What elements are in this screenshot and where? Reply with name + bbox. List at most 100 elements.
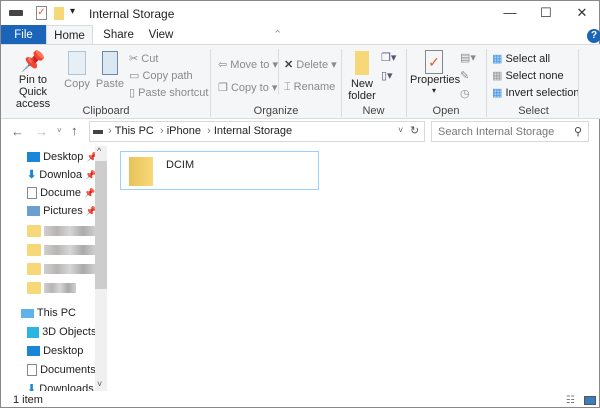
download-icon: ⬇ [27,169,37,181]
new-item-button[interactable]: ❐▾ [381,51,396,64]
details-view-button[interactable]: ☷ [566,395,575,406]
copy-path-icon: ▭ [129,70,140,82]
divider [578,49,579,117]
breadcrumb-iphone[interactable]: iPhone [167,125,201,137]
nav-item-documents[interactable]: Docume 📌 [27,184,95,202]
select-all-button[interactable]: ▦ Select all [492,52,550,65]
scroll-up-icon[interactable]: ^ [97,146,101,156]
folder-icon [129,157,153,186]
nav-item-pictures[interactable]: Pictures 📌 [27,202,97,220]
redacted-label [44,245,97,256]
status-bar: 1 item ☷ [1,391,600,409]
search-icon: ⚲ [573,126,582,138]
3d-objects-icon [27,326,39,338]
folder-icon [355,51,369,75]
properties-quick-icon[interactable]: ✓ [36,6,47,20]
nav-item-this-pc[interactable]: This PC [21,304,76,322]
search-input[interactable]: Search Internal Storage ⚲ [431,121,589,142]
computer-icon [21,308,34,318]
customize-quick-access-icon[interactable]: ▾ [70,6,75,17]
new-folder-button[interactable]: New folder [345,51,379,102]
new-folder-quick-icon[interactable] [54,7,64,20]
nav-item-pc-desktop[interactable]: Desktop [27,342,83,360]
rename-icon: ⌶ [284,81,291,93]
folder-icon [27,244,41,257]
redacted-label [44,283,77,294]
breadcrumb-internal-storage[interactable]: Internal Storage [214,125,292,137]
large-icons-view-button[interactable] [584,396,596,405]
tab-share[interactable]: Share [96,25,141,45]
group-label-new: New [362,105,385,117]
folder-icon [27,282,41,295]
divider [486,49,487,117]
recent-locations-button[interactable]: ˅ [57,126,62,135]
back-button[interactable]: ← [11,124,24,139]
folder-icon [27,225,41,238]
nav-item-folder[interactable] [27,222,97,240]
copy-path-button[interactable]: ▭ Copy path [129,69,193,82]
move-to-button[interactable]: ⇦ Move to ▾ [218,58,278,71]
address-dropdown-icon[interactable]: ˅ [398,125,403,135]
redacted-label [44,226,97,237]
tab-file[interactable]: File [1,25,46,45]
address-bar[interactable]: › This PC › iPhone › Internal Storage ˅ … [89,121,425,142]
pin-icon: 📌 [84,188,96,198]
divider [210,49,211,117]
divider [341,49,342,117]
select-none-button[interactable]: ▦ Select none [492,69,564,82]
ribbon: 📌 Pin to Quick access Copy Paste ✂ Cut ▭… [1,44,600,119]
invert-selection-icon: ▦ [492,87,503,99]
easy-access-button[interactable]: ▯▾ [381,69,393,82]
properties-button[interactable]: ✓ Properties ▾ [410,50,460,95]
paste-shortcut-button[interactable]: ▯ Paste shortcut [129,86,208,99]
group-label-organize: Organize [253,105,299,117]
rename-button[interactable]: ⌶ Rename [284,81,335,94]
cut-button[interactable]: ✂ Cut [129,52,158,65]
item-count: 1 item [13,394,43,406]
folder-item-dcim[interactable]: DCIM [120,151,319,190]
history-button[interactable]: ◷ [460,87,470,100]
drive-icon [93,130,103,134]
divider [406,49,407,117]
pin-icon: 📌 [20,51,46,73]
nav-item-folder[interactable] [27,279,77,297]
nav-scrollbar-thumb[interactable] [95,161,107,289]
select-none-icon: ▦ [492,70,503,82]
copy-to-button[interactable]: ❐ Copy to ▾ [218,81,277,94]
collapse-ribbon-icon[interactable]: ⌃ [273,28,282,41]
minimize-button[interactable]: — [495,5,525,21]
copy-button[interactable]: Copy [63,51,91,90]
nav-item-folder[interactable] [27,241,97,259]
nav-item-pc-downloads[interactable]: ⬇ Downloads [27,380,94,391]
refresh-icon[interactable]: ↻ [410,124,419,137]
window-title: Internal Storage [89,7,175,21]
nav-item-3d-objects[interactable]: 3D Objects [27,323,96,341]
ribbon-tabs: File Home Share View ⌃ ? [1,25,600,45]
forward-button[interactable]: → [35,124,48,139]
delete-button[interactable]: ✕ Delete ▾ [284,58,337,71]
maximize-button[interactable]: ☐ [531,5,561,21]
nav-item-folder[interactable] [27,260,97,278]
tab-view[interactable]: View [141,25,181,45]
pin-to-quick-access-button[interactable]: 📌 Pin to Quick access [5,49,61,110]
nav-item-desktop[interactable]: Desktop 📌 [27,148,98,166]
divider [278,49,279,94]
group-label-clipboard: Clipboard [82,105,130,117]
paste-shortcut-icon: ▯ [129,87,136,99]
paste-icon [102,51,118,75]
tab-home[interactable]: Home [46,25,93,45]
close-button[interactable]: ✕ [567,5,597,21]
paste-button[interactable]: Paste [95,51,125,90]
edit-button[interactable]: ✎ [460,69,469,82]
scissors-icon: ✂ [129,53,139,65]
document-icon [27,364,37,377]
open-button[interactable]: ▤▾ [460,51,476,64]
invert-selection-button[interactable]: ▦ Invert selection [492,86,579,99]
scroll-down-icon[interactable]: ˅ [97,379,102,389]
breadcrumb-this-pc[interactable]: This PC [115,125,154,137]
nav-item-downloads[interactable]: ⬇ Downloa 📌 [27,166,96,184]
up-button[interactable]: ↑ [71,123,78,138]
nav-item-pc-documents[interactable]: Documents [27,361,96,379]
help-icon[interactable]: ? [587,29,600,43]
navigation-pane: Desktop 📌 ⬇ Downloa 📌 Docume 📌 Pictures … [1,146,109,391]
